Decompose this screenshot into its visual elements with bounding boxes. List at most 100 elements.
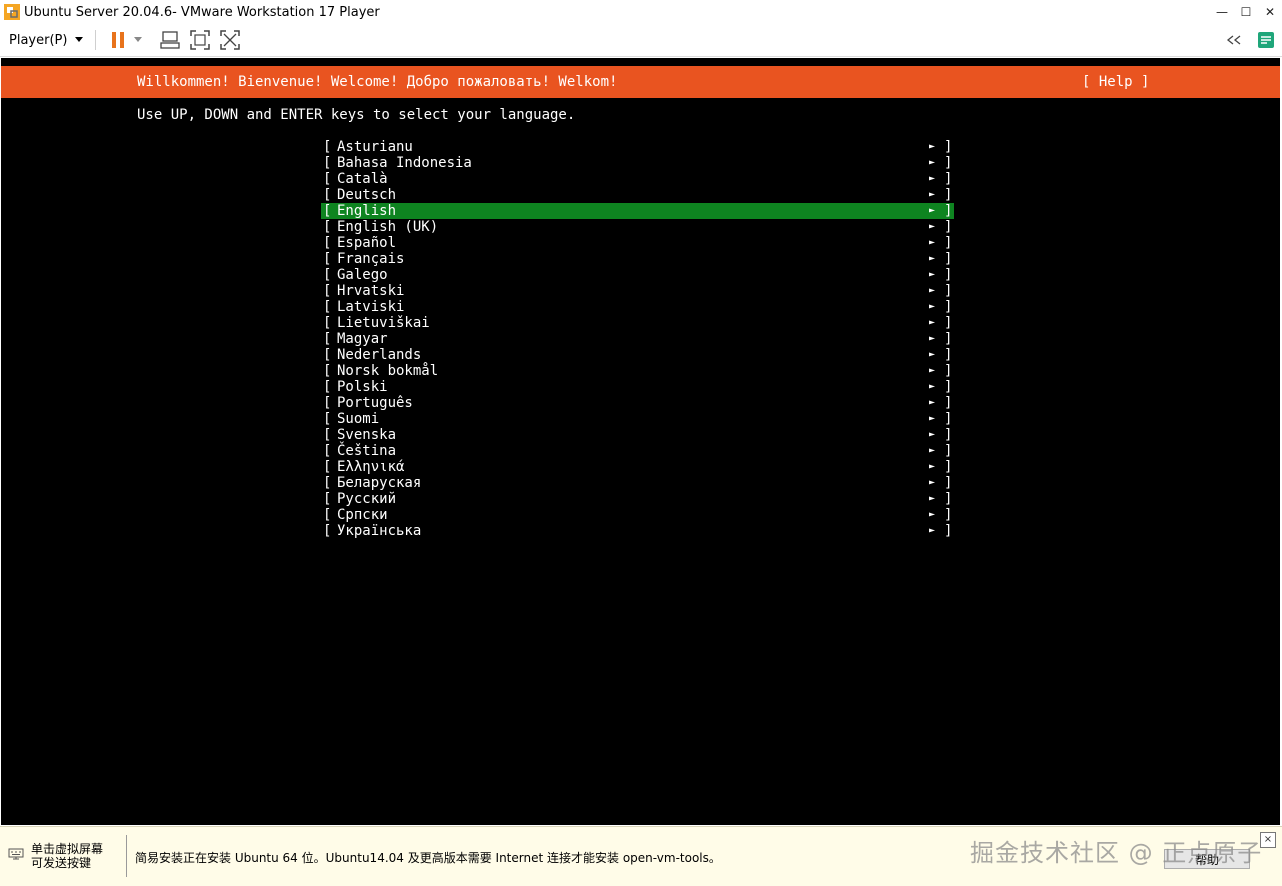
send-ctrl-alt-del-button[interactable] — [160, 30, 181, 50]
watermark: 掘金技术社区 @ 正点原子 — [970, 839, 1263, 867]
language-option[interactable]: [Ελληνικά ►] — [321, 459, 954, 475]
language-bracket-left: [ — [323, 491, 332, 507]
language-bracket-right: ] — [944, 139, 953, 155]
language-name: Latviski — [337, 299, 405, 315]
language-option[interactable]: [Español ►] — [321, 235, 954, 251]
language-name: Svenska — [337, 427, 397, 443]
toolbar-right — [1224, 24, 1282, 56]
power-dropdown-button[interactable] — [132, 30, 144, 50]
welcome-banner: Willkommen! Bienvenue! Welcome! Добро по… — [137, 74, 618, 90]
language-bracket-left: [ — [323, 523, 332, 539]
library-button[interactable] — [1256, 30, 1276, 50]
maximize-button[interactable]: ☐ — [1234, 0, 1258, 24]
collapse-toolbar-button[interactable] — [1224, 30, 1244, 50]
help-button[interactable]: [ Help ] — [1082, 74, 1149, 90]
language-name: Nederlands — [337, 347, 422, 363]
click-to-send-keys-hint[interactable]: 单击虚拟屏幕 可发送按键 — [31, 842, 111, 870]
arrow-right-icon: ► — [929, 493, 936, 504]
language-name: Galego — [337, 267, 388, 283]
language-option[interactable]: [English (UK) ►] — [321, 219, 954, 235]
window-titlebar: Ubuntu Server 20.04.6- VMware Workstatio… — [0, 0, 1282, 24]
language-name: Русский — [337, 491, 397, 507]
arrow-right-icon: ► — [929, 141, 936, 152]
language-option[interactable]: [Српски ►] — [321, 507, 954, 523]
arrow-right-icon: ► — [929, 381, 936, 392]
language-bracket-right: ] — [944, 267, 953, 283]
pause-button[interactable] — [108, 30, 128, 50]
language-option[interactable]: [Galego ►] — [321, 267, 954, 283]
arrow-right-icon: ► — [929, 445, 936, 456]
language-option[interactable]: [Nederlands ►] — [321, 347, 954, 363]
language-bracket-left: [ — [323, 475, 332, 491]
language-bracket-right: ] — [944, 283, 953, 299]
language-name: Português — [337, 395, 413, 411]
language-bracket-left: [ — [323, 459, 332, 475]
language-bracket-left: [ — [323, 171, 332, 187]
window-controls: — ☐ ✕ — [1210, 0, 1282, 24]
language-bracket-left: [ — [323, 331, 332, 347]
language-bracket-right: ] — [944, 219, 953, 235]
language-option[interactable]: [ Русский ►] — [321, 491, 954, 507]
player-menu[interactable]: Player(P) — [9, 32, 84, 48]
language-bracket-left: [ — [323, 427, 332, 443]
player-menu-label: Player(P) — [9, 32, 68, 48]
language-option[interactable]: [Polski ►] — [321, 379, 954, 395]
language-bracket-left: [ — [323, 443, 332, 459]
language-bracket-left: [ — [323, 315, 332, 331]
language-option[interactable]: [Norsk bokmål ►] — [321, 363, 954, 379]
language-option[interactable]: [Беларуская ►] — [321, 475, 954, 491]
language-bracket-left: [ — [323, 139, 332, 155]
language-option[interactable]: [Asturianu ►] — [321, 139, 954, 155]
language-bracket-right: ] — [944, 299, 953, 315]
double-chevron-left-icon — [1226, 35, 1241, 45]
arrow-right-icon: ► — [929, 477, 936, 488]
language-bracket-right: ] — [944, 491, 953, 507]
language-option[interactable]: [Deutsch ►] — [321, 187, 954, 203]
language-bracket-left: [ — [323, 411, 332, 427]
arrow-right-icon: ► — [929, 157, 936, 168]
language-bracket-left: [ — [323, 203, 332, 219]
language-bracket-left: [ — [323, 235, 332, 251]
arrow-right-icon: ► — [929, 301, 936, 312]
fullscreen-icon — [190, 30, 211, 50]
language-name: English (UK) — [337, 219, 439, 235]
language-bracket-left: [ — [323, 395, 332, 411]
close-button[interactable]: ✕ — [1258, 0, 1282, 24]
installer-header: Willkommen! Bienvenue! Welcome! Добро по… — [1, 66, 1280, 98]
language-option[interactable]: [Français ►] — [321, 251, 954, 267]
language-option[interactable]: [Català ►] — [321, 171, 954, 187]
arrow-right-icon: ► — [929, 237, 936, 248]
language-bracket-right: ] — [944, 347, 953, 363]
language-name: Bahasa Indonesia — [337, 155, 472, 171]
vm-console-screen[interactable]: Willkommen! Bienvenue! Welcome! Добро по… — [1, 58, 1280, 825]
close-infobar-button[interactable]: × — [1260, 832, 1276, 848]
language-option[interactable]: [Čeština ►] — [321, 443, 954, 459]
arrow-right-icon: ► — [929, 317, 936, 328]
hint-line: 可发送按键 — [31, 856, 92, 870]
language-option[interactable]: [Svenska ►] — [321, 427, 954, 443]
language-option[interactable]: [English ►] — [321, 203, 954, 219]
language-option[interactable]: [Bahasa Indonesia ►] — [321, 155, 954, 171]
language-option[interactable]: [Magyar ►] — [321, 331, 954, 347]
unity-mode-button[interactable] — [220, 30, 241, 50]
language-option[interactable]: [Latviski ►] — [321, 299, 954, 315]
language-option[interactable]: [Українська ►] — [321, 523, 954, 539]
language-bracket-right: ] — [944, 203, 953, 219]
language-bracket-left: [ — [323, 155, 332, 171]
language-name: Беларуская — [337, 475, 422, 491]
language-name: Čeština — [337, 443, 397, 459]
language-bracket-right: ] — [944, 507, 953, 523]
minimize-button[interactable]: — — [1210, 0, 1234, 24]
language-option[interactable]: [Suomi ►] — [321, 411, 954, 427]
chevron-down-icon — [134, 37, 143, 42]
arrow-right-icon: ► — [929, 525, 936, 536]
language-list: [Asturianu ►] [Bahasa Indonesia ►] [Català ►]… — [321, 139, 954, 539]
arrow-right-icon: ► — [929, 349, 936, 360]
fit-window-button[interactable] — [190, 30, 211, 50]
arrow-right-icon: ► — [929, 253, 936, 264]
language-option[interactable]: [Hrvatski ►] — [321, 283, 954, 299]
language-option[interactable]: [Lietuviškai ►] — [321, 315, 954, 331]
language-option[interactable]: [Português ►] — [321, 395, 954, 411]
chevron-down-icon — [75, 37, 84, 42]
arrow-right-icon: ► — [929, 413, 936, 424]
